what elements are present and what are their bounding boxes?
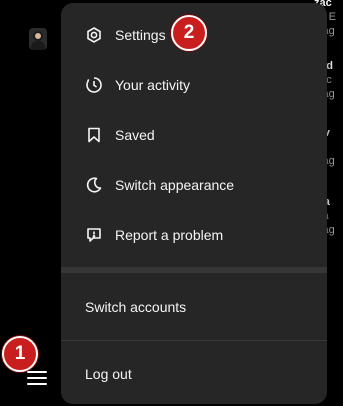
hamburger-line	[27, 377, 47, 379]
gear-icon	[85, 26, 103, 44]
menu-item-label: Your activity	[115, 77, 190, 93]
menu-item-label: Report a problem	[115, 227, 224, 243]
menu-item-log-out[interactable]: Log out	[61, 352, 327, 396]
menu-item-your-activity[interactable]: Your activity	[61, 63, 327, 107]
avatar[interactable]	[29, 28, 47, 50]
annotation-badge: 2	[171, 15, 207, 51]
moon-icon	[85, 176, 103, 194]
menu-item-label: Saved	[115, 127, 155, 143]
hamburger-line	[27, 383, 47, 385]
menu-item-label: Switch appearance	[115, 177, 235, 193]
menu-item-switch-accounts[interactable]: Switch accounts	[61, 285, 327, 329]
hamburger-menu-icon[interactable]	[27, 370, 47, 386]
menu-item-label: Switch accounts	[85, 299, 187, 315]
annotation-badge: 1	[2, 336, 38, 372]
menu-item-report-a-problem[interactable]: Report a problem	[61, 213, 327, 257]
avatar-body	[31, 41, 45, 50]
report-icon	[85, 226, 103, 244]
menu-item-switch-appearance[interactable]: Switch appearance	[61, 163, 327, 207]
menu-item-label: Settings	[115, 27, 166, 43]
activity-icon	[85, 76, 103, 94]
menu-divider	[61, 267, 327, 273]
menu-item-saved[interactable]: Saved	[61, 113, 327, 157]
hamburger-line	[27, 371, 47, 373]
menu-divider	[61, 340, 327, 341]
menu-item-label: Log out	[85, 366, 132, 382]
avatar-head	[33, 31, 43, 41]
more-menu-popover: Settings Your activity Saved Switch appe…	[61, 3, 327, 404]
bookmark-icon	[85, 126, 103, 144]
